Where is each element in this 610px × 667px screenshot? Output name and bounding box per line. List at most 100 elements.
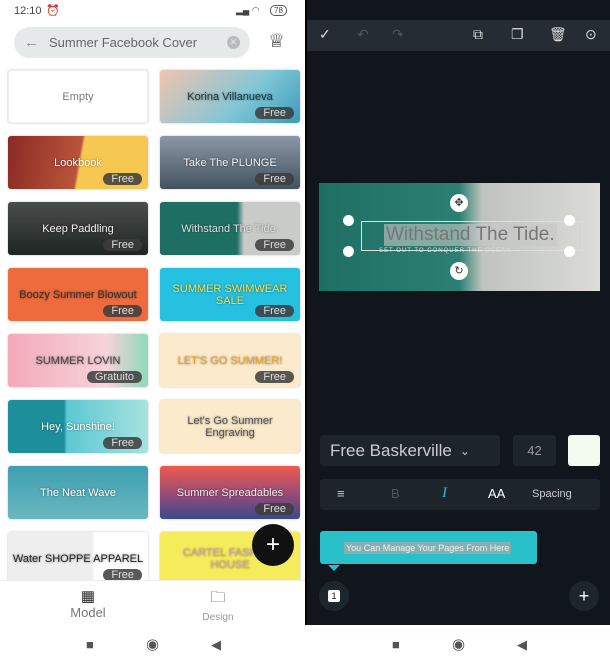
back-triangle-icon[interactable]: ◀ (211, 637, 221, 653)
delete-trash-icon[interactable]: 🗑 (549, 26, 567, 43)
editor-screen: ✓ ↶ ↷ ⧉ ❐ 🗑 ⊙ Withstand The Tide. SET OU… (307, 0, 610, 625)
template-card[interactable]: Korina Villanueva Free (160, 70, 300, 123)
folder-icon: 🗀 (210, 589, 226, 606)
crown-icon[interactable]: ♕ (268, 30, 285, 53)
search-input[interactable]: ← Summer Facebook Cover ✕ (14, 27, 250, 58)
text-selection-box[interactable]: Withstand The Tide. (361, 221, 583, 251)
price-badge: Free (103, 305, 142, 317)
grid-icon: ▦ (80, 588, 96, 605)
template-card[interactable]: Empty (8, 70, 148, 123)
price-badge: Free (255, 107, 294, 119)
redo-icon[interactable]: ↷ (392, 26, 404, 43)
confirm-check-icon[interactable]: ✓ (319, 26, 331, 43)
template-card[interactable]: Summer Spreadables Free (160, 466, 300, 519)
price-badge: Free (255, 239, 294, 251)
battery-indicator: 78 (270, 5, 287, 16)
more-options-icon[interactable]: ⊙ (585, 26, 597, 43)
design-canvas[interactable]: Withstand The Tide. SET OUT TO CONQUER T… (319, 183, 600, 291)
resize-handle[interactable] (564, 246, 575, 257)
recents-square-icon[interactable]: ■ (392, 637, 400, 652)
font-family-select[interactable]: Free Baskerville ⌄ (320, 435, 500, 466)
text-case-button[interactable]: AA (488, 486, 505, 501)
bold-button[interactable]: B (391, 486, 400, 501)
undo-icon[interactable]: ↶ (357, 26, 369, 43)
back-arrow-icon[interactable]: ← (24, 34, 39, 51)
add-template-button[interactable]: + (252, 524, 294, 566)
system-nav-bar: ■ ◉ ◀ ■ ◉ ◀ (0, 625, 610, 667)
resize-handle[interactable] (564, 215, 575, 226)
page-number: 1 (328, 590, 340, 602)
resize-handle[interactable] (343, 215, 354, 226)
font-size-input[interactable]: 42 (513, 435, 556, 466)
nav-design-label: Design (202, 612, 234, 623)
move-icon[interactable]: ✥ (450, 194, 468, 212)
canvas-title-text[interactable]: Withstand The Tide. (384, 224, 557, 246)
template-title: The Neat Wave (39, 486, 116, 499)
template-title: Keep Paddling (42, 222, 114, 235)
bottom-nav: ▦ Model 🗀 Design (0, 580, 305, 625)
align-center-icon[interactable]: ≡ (337, 486, 345, 501)
price-badge: Free (255, 503, 294, 515)
home-circle-icon[interactable]: ◉ (452, 635, 465, 653)
template-picker-screen: 12:10 ⏰ ▂▄ ◠ 78 ← Summer Facebook Cover … (0, 0, 305, 625)
template-card[interactable]: Boozy Summer Blowout Free (8, 268, 148, 321)
chevron-down-icon: ⌄ (459, 443, 470, 458)
text-color-swatch[interactable] (568, 435, 600, 466)
template-title: Empty (62, 90, 94, 103)
template-title: Hey, Sunshine! (41, 420, 115, 433)
template-card[interactable]: SUMMER SWIMWEAR SALE Free (160, 268, 300, 321)
template-title: Take The PLUNGE (183, 156, 277, 169)
template-card[interactable]: Take The PLUNGE Free (160, 136, 300, 189)
template-card[interactable]: Lookbook Free (8, 136, 148, 189)
nav-model-label: Model (70, 605, 106, 620)
price-badge: Free (255, 173, 294, 185)
clear-search-icon[interactable]: ✕ (227, 36, 240, 49)
template-card[interactable]: LET'S GO SUMMER! Free (160, 334, 300, 387)
price-badge: Free (103, 437, 142, 449)
font-name: Free Baskerville (330, 440, 452, 460)
tooltip-text: You Can Manage Your Pages From Here (344, 541, 512, 554)
layers-shapes-icon[interactable]: ⧉ (473, 26, 483, 43)
status-time: 12:10 (14, 5, 42, 17)
price-badge: Gratuito (86, 371, 142, 383)
template-title: LET'S GO SUMMER! (177, 354, 283, 367)
recents-square-icon[interactable]: ■ (86, 637, 94, 652)
template-title: SUMMER SWIMWEAR SALE (172, 282, 288, 307)
signal-wifi-icon: ▂▄ ◠ (236, 5, 260, 15)
template-card[interactable]: SUMMER LOVIN Gratuito (8, 334, 148, 387)
editor-toolbar: ✓ ↶ ↷ ⧉ ❐ 🗑 ⊙ (307, 20, 610, 51)
price-badge: Free (103, 173, 142, 185)
template-card[interactable]: Hey, Sunshine! Free (8, 400, 148, 453)
template-title: Boozy Summer Blowout (19, 288, 137, 301)
template-title: Lookbook (54, 156, 102, 169)
price-badge: Free (255, 305, 294, 317)
canvas-subtitle-text[interactable]: SET OUT TO CONQUER THE OCEAN (379, 248, 511, 254)
italic-button[interactable]: I (442, 485, 447, 502)
duplicate-icon[interactable]: ❐ (511, 26, 524, 43)
add-element-button[interactable]: + (569, 581, 599, 611)
format-toolbar: ≡ B I AA Spacing (320, 479, 600, 510)
template-card[interactable]: Let's Go Summer Engraving (160, 400, 300, 453)
template-title: SUMMER LOVIN (35, 354, 121, 367)
template-title: Korina Villanueva (187, 90, 273, 103)
resize-handle[interactable] (343, 246, 354, 257)
template-card[interactable]: Keep Paddling Free (8, 202, 148, 255)
pages-button[interactable]: 1 (319, 581, 349, 611)
rotate-icon[interactable]: ↻ (450, 262, 468, 280)
template-title: Water SHOPPE APPAREL (12, 552, 144, 565)
search-value[interactable]: Summer Facebook Cover (49, 35, 227, 50)
template-card[interactable]: The Neat Wave (8, 466, 148, 519)
home-circle-icon[interactable]: ◉ (146, 635, 159, 653)
divider (305, 0, 307, 625)
template-title: Summer Spreadables (176, 486, 284, 499)
nav-model[interactable]: ▦ Model (38, 587, 138, 620)
template-card[interactable]: Withstand The Tide. Free (160, 202, 300, 255)
template-title: Let's Go Summer Engraving (187, 414, 273, 439)
spacing-button[interactable]: Spacing (532, 488, 572, 500)
back-triangle-icon[interactable]: ◀ (517, 637, 527, 653)
alarm-icon: ⏰ (46, 5, 60, 17)
price-badge: Free (103, 239, 142, 251)
template-card[interactable]: Water SHOPPE APPAREL Free (8, 532, 148, 585)
price-badge: Free (255, 371, 294, 383)
nav-design[interactable]: 🗀 Design (168, 587, 268, 623)
